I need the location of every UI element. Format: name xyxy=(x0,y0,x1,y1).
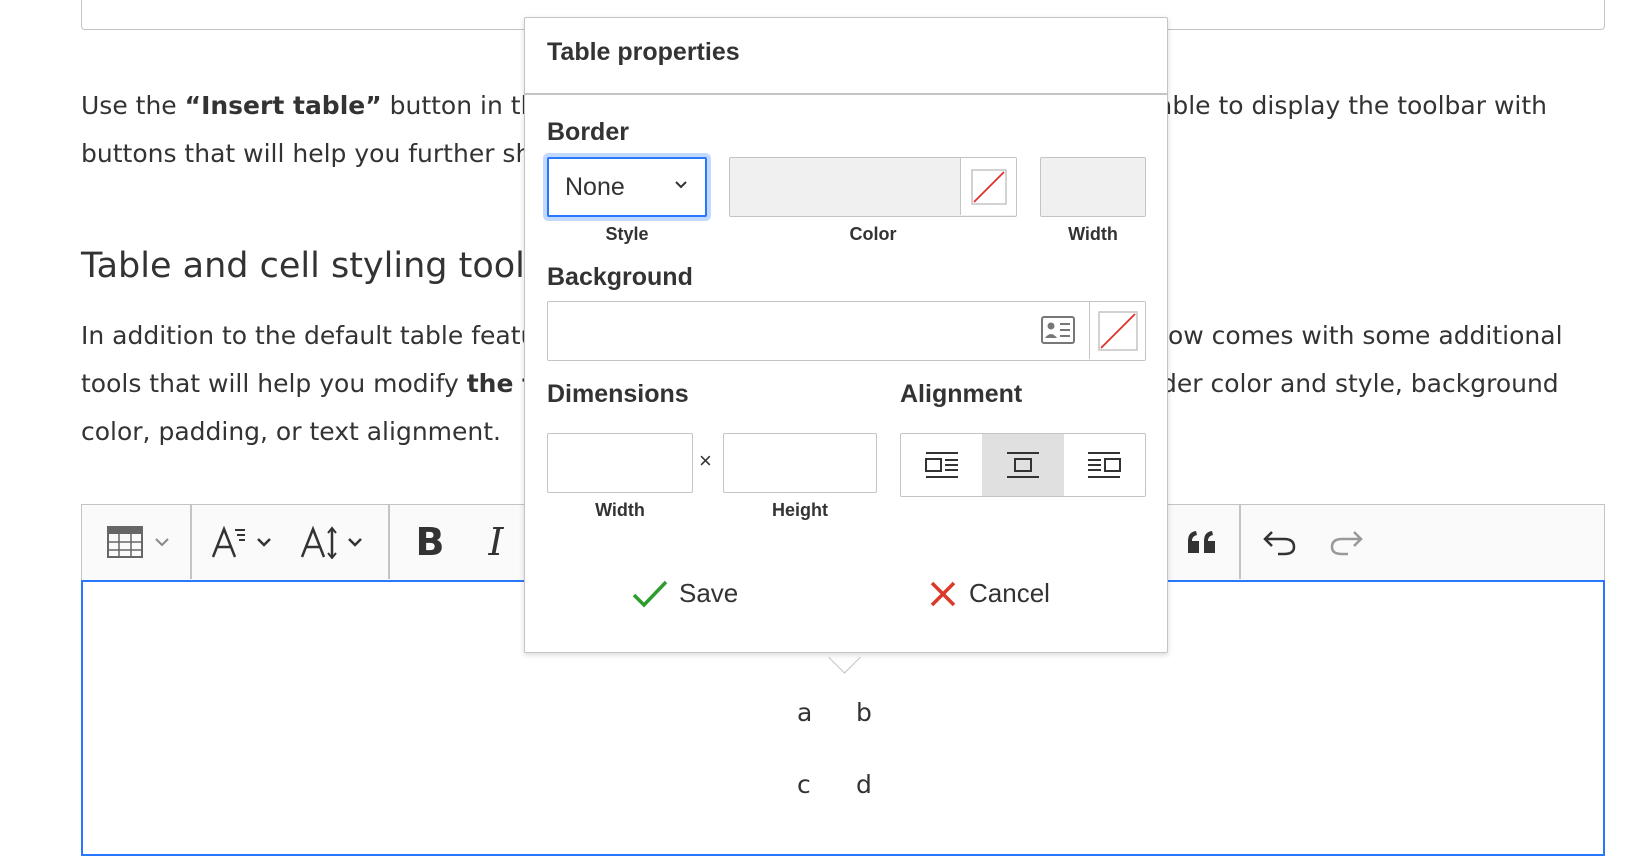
table-cell[interactable]: a xyxy=(797,698,812,727)
styling-paragraph-line1: In addition to the default table featu xyxy=(81,321,537,350)
color-sublabel: Color xyxy=(849,224,897,244)
check-icon xyxy=(632,580,668,608)
section-heading: Table and cell styling tools xyxy=(81,246,544,286)
quote-icon xyxy=(1188,531,1215,553)
style-sublabel: Style xyxy=(605,224,649,244)
chevron-down-icon xyxy=(675,181,687,189)
border-style-value: None xyxy=(565,172,625,201)
intro-paragraph-line1-right: able to display the toolbar with xyxy=(1157,91,1547,120)
align-center-button[interactable] xyxy=(982,434,1064,496)
bold-button[interactable]: B xyxy=(400,505,460,579)
italic-icon: I xyxy=(488,520,504,564)
dimensions-label: Dimensions xyxy=(547,380,689,408)
styling-paragraph-line2: tools that will help you modify the t xyxy=(81,360,534,408)
italic-button[interactable]: I xyxy=(466,505,526,579)
border-color-input[interactable] xyxy=(729,157,1017,217)
close-icon xyxy=(930,581,956,606)
cancel-label: Cancel xyxy=(969,578,1050,608)
dialog-divider xyxy=(525,93,1167,95)
border-width-input[interactable] xyxy=(1040,157,1146,217)
border-label: Border xyxy=(547,118,629,146)
insert-table-emphasis: “Insert table” xyxy=(184,91,382,120)
times-sign: × xyxy=(699,448,712,473)
background-color-input[interactable] xyxy=(547,301,1146,361)
toolbar-separator xyxy=(388,505,390,579)
insert-table-button[interactable] xyxy=(98,505,180,579)
font-size-button[interactable] xyxy=(292,505,372,579)
dimension-height-sublabel: Height xyxy=(772,500,828,520)
redo-icon xyxy=(1330,531,1363,556)
font-family-button[interactable] xyxy=(202,505,282,579)
font-size-icon xyxy=(300,525,337,559)
border-style-dropdown[interactable]: None xyxy=(547,157,707,217)
align-left-button[interactable] xyxy=(901,434,982,496)
table-height-input[interactable] xyxy=(723,433,877,493)
align-table-right-icon xyxy=(1088,452,1122,478)
border-color-swatch-button[interactable] xyxy=(960,158,1016,215)
table-cell[interactable]: b xyxy=(856,698,872,727)
table-cell[interactable]: d xyxy=(856,770,872,799)
styling-paragraph-line1-right: low comes with some additional xyxy=(1161,321,1563,350)
chevron-down-icon xyxy=(348,538,362,547)
no-color-icon xyxy=(1097,310,1138,351)
intro-text: Use the xyxy=(81,91,185,120)
intro-paragraph-line1: Use the “Insert table” button in the xyxy=(81,82,552,130)
alignment-toolbar xyxy=(900,433,1146,497)
no-color-icon xyxy=(970,168,1007,205)
save-label: Save xyxy=(679,578,739,608)
align-table-left-icon xyxy=(924,452,958,478)
dialog-title: Table properties xyxy=(547,38,740,66)
styling-paragraph-line3: color, padding, or text alignment. xyxy=(81,417,501,446)
background-color-swatch-button[interactable] xyxy=(1089,302,1145,359)
alignment-label: Alignment xyxy=(900,380,1023,408)
bold-icon: B xyxy=(415,520,445,564)
chevron-down-icon xyxy=(257,538,271,547)
block-quote-button[interactable] xyxy=(1172,505,1232,579)
undo-icon xyxy=(1263,531,1296,556)
background-label: Background xyxy=(547,263,693,291)
toolbar-separator xyxy=(190,505,192,579)
align-table-center-icon xyxy=(1006,452,1039,478)
undo-button[interactable] xyxy=(1250,505,1310,579)
table-properties-dialog: Table properties Border None Style Color… xyxy=(524,17,1168,653)
redo-button[interactable] xyxy=(1316,505,1376,579)
table-icon xyxy=(107,526,143,558)
cancel-button[interactable]: Cancel xyxy=(929,578,1050,609)
table-width-input[interactable] xyxy=(547,433,693,493)
styling-text: tools that will help you modify xyxy=(81,369,467,398)
styling-paragraph-line2-right: der color and style, background xyxy=(1161,369,1559,398)
intro-paragraph-line2: buttons that will help you further sh xyxy=(81,139,532,168)
color-picker-icon xyxy=(1041,316,1075,344)
table-cell[interactable]: c xyxy=(797,770,811,799)
save-button[interactable]: Save xyxy=(631,578,738,609)
align-right-button[interactable] xyxy=(1064,434,1145,496)
dimension-width-sublabel: Width xyxy=(595,500,645,520)
font-family-icon xyxy=(211,525,245,558)
border-width-sublabel: Width xyxy=(1068,224,1118,244)
chevron-down-icon xyxy=(155,538,169,547)
toolbar-separator xyxy=(1239,505,1241,579)
